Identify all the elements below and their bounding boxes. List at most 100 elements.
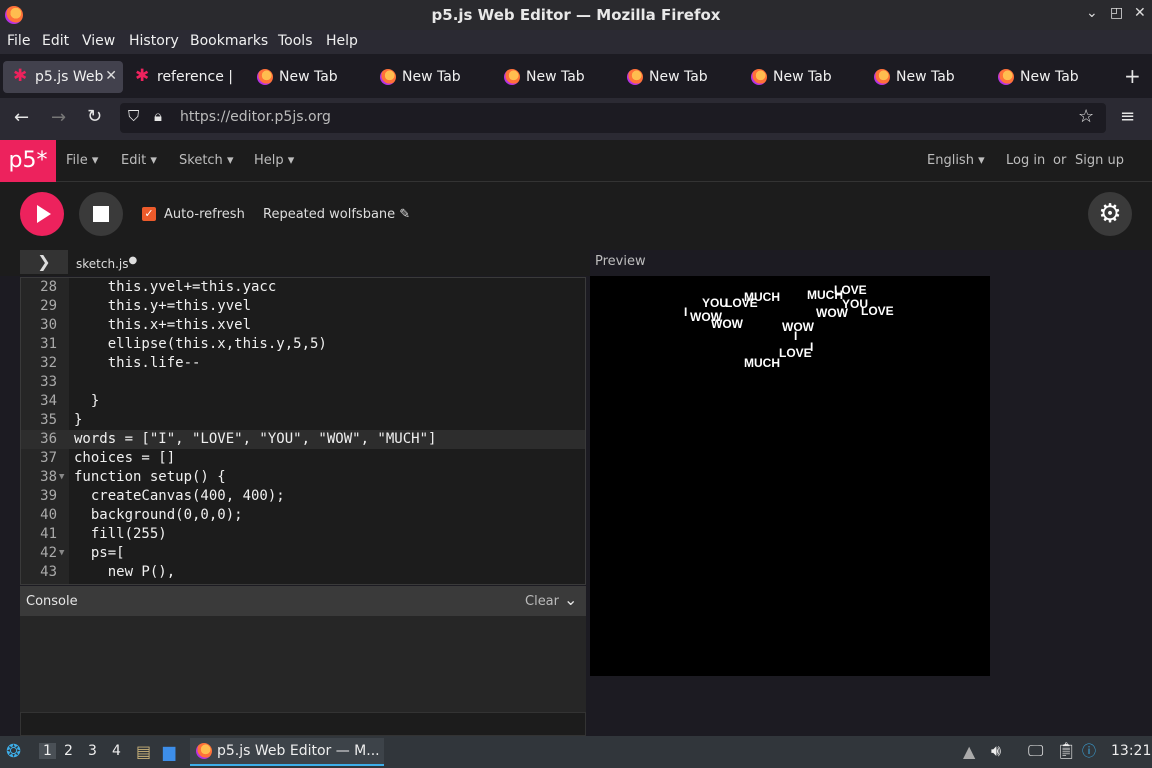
code-line[interactable]: 28 this.yvel+=this.yacc [21, 278, 585, 297]
firefox-icon [380, 69, 396, 85]
fold-arrow-icon[interactable]: ▼ [59, 468, 64, 487]
shield-icon[interactable]: ⛉ [128, 107, 139, 125]
settings-gear-icon[interactable]: ⚙ [1088, 192, 1132, 236]
tab-new[interactable]: New Tab [494, 61, 614, 93]
p5-logo[interactable]: p5* [0, 140, 56, 182]
code-line[interactable]: 38 ▼ function setup() { [21, 468, 585, 487]
tab-label: New Tab [279, 69, 338, 85]
line-number: 30 [40, 317, 57, 333]
code-line[interactable]: 31 ellipse(this.x,this.y,5,5) [21, 335, 585, 354]
line-number: 36 [40, 431, 57, 447]
sketch-name[interactable]: Repeated wolfsbane ✎ [263, 207, 410, 222]
bookmark-star-icon[interactable]: ☆ [1078, 106, 1094, 127]
tab-label: New Tab [649, 69, 708, 85]
firefox-icon [751, 69, 767, 85]
p5-menu-edit[interactable]: Edit ▾ [121, 153, 157, 168]
taskbar-app-firefox[interactable]: p5.js Web Editor — M... [190, 738, 384, 766]
code-line[interactable]: 37 choices = [] [21, 449, 585, 468]
maximize-icon[interactable]: ◰ [1110, 5, 1123, 21]
tab-p5-editor[interactable]: ✱ p5.js Web ✕ [3, 61, 123, 93]
back-icon[interactable]: ← [14, 107, 29, 128]
menu-tools[interactable]: Tools [278, 33, 313, 49]
menu-view[interactable]: View [82, 33, 115, 49]
close-tab-icon[interactable]: ✕ [105, 68, 117, 84]
file-manager-icon[interactable]: ▤ [136, 742, 151, 761]
tab-new[interactable]: New Tab [617, 61, 737, 93]
tab-new[interactable]: New Tab [370, 61, 490, 93]
lock-icon[interactable]: 🔒︎ [154, 107, 162, 125]
expand-sidebar-chevron-icon[interactable]: ❯ [20, 250, 68, 274]
workspace-4[interactable]: 4 [112, 743, 121, 759]
volume-icon[interactable]: 🔊︎ [991, 741, 1001, 761]
url-text[interactable]: https://editor.p5js.org [180, 109, 331, 125]
code-text: this.life-- [74, 355, 201, 371]
code-editor[interactable]: 28 this.yvel+=this.yacc 29 this.y+=this.… [20, 277, 586, 585]
url-bar[interactable]: ⛉ 🔒︎ https://editor.p5js.org ☆ [120, 103, 1106, 133]
canvas-word: MUCH [744, 290, 780, 304]
minimize-icon[interactable]: ⌄ [1086, 5, 1098, 21]
p5-menu-file[interactable]: File ▾ [66, 153, 98, 168]
language-label: English [927, 153, 974, 168]
forward-icon[interactable]: → [51, 107, 66, 128]
menu-help[interactable]: Help [326, 33, 358, 49]
tab-new[interactable]: New Tab [247, 61, 367, 93]
desktop-icon[interactable]: ▆ [163, 742, 175, 761]
notification-icon[interactable]: ⓘ [1082, 741, 1096, 761]
clipboard-icon[interactable]: 📋︎ [1056, 741, 1076, 760]
menu-history[interactable]: History [129, 33, 179, 49]
p5-menu-sketch[interactable]: Sketch ▾ [179, 153, 233, 168]
workspace-2[interactable]: 2 [64, 743, 73, 759]
new-tab-icon[interactable]: + [1124, 64, 1141, 88]
code-line[interactable]: 35} [21, 411, 585, 430]
tab-new[interactable]: New Tab [864, 61, 984, 93]
line-number: 35 [40, 412, 57, 428]
pencil-icon[interactable]: ✎ [399, 207, 410, 222]
p5-menu-help[interactable]: Help ▾ [254, 153, 294, 168]
code-line[interactable]: 39 createCanvas(400, 400); [21, 487, 585, 506]
autorefresh-label: Auto-refresh [164, 207, 245, 222]
hamburger-menu-icon[interactable]: ≡ [1120, 106, 1135, 127]
code-line[interactable]: 40 background(0,0,0); [21, 506, 585, 525]
fold-arrow-icon[interactable]: ▼ [59, 544, 64, 563]
code-line[interactable]: 43 new P(), [21, 563, 585, 582]
menu-edit[interactable]: Edit [42, 33, 69, 49]
console-input[interactable] [20, 712, 586, 736]
menu-bookmarks[interactable]: Bookmarks [190, 33, 268, 49]
code-line[interactable]: 42 ▼ ps=[ [21, 544, 585, 563]
code-line[interactable]: 29 this.y+=this.yvel [21, 297, 585, 316]
stop-button[interactable] [79, 192, 123, 236]
preview-canvas[interactable]: I YOU WOW LOVE WOW MUCH MUCH LOVE YOU WO… [590, 276, 990, 676]
code-text: function setup() { [74, 469, 226, 485]
code-line-current[interactable]: 36 words = ["I", "LOVE", "YOU", "WOW", "M… [21, 430, 585, 449]
language-dropdown[interactable]: English ▾ [927, 153, 985, 168]
tab-new[interactable]: New Tab [741, 61, 861, 93]
clock: 13:21 [1111, 743, 1152, 759]
system-taskbar: ❂ 1 2 3 4 ▤ ▆ p5.js Web Editor — M... ▲ … [0, 736, 1152, 768]
workspace-3[interactable]: 3 [88, 743, 97, 759]
workspace-1[interactable]: 1 [39, 743, 56, 759]
code-line[interactable]: 33 [21, 373, 585, 392]
code-text: choices = [] [74, 450, 176, 466]
play-button[interactable] [20, 192, 64, 236]
menu-file[interactable]: File [7, 33, 30, 49]
code-line[interactable]: 34 } [21, 392, 585, 411]
console-clear-button[interactable]: Clear [525, 594, 559, 609]
login-link[interactable]: Log in [1006, 153, 1045, 168]
autorefresh-checkbox[interactable]: ✓ [142, 207, 156, 221]
file-tab-sketch[interactable]: sketch.js● [76, 255, 137, 271]
display-icon[interactable]: 🖵 [1028, 741, 1043, 761]
tab-new[interactable]: New Tab [988, 61, 1108, 93]
code-line[interactable]: 32 this.life-- [21, 354, 585, 373]
tray-expand-icon[interactable]: ▲ [963, 742, 975, 761]
reload-icon[interactable]: ↻ [87, 106, 102, 127]
firefox-icon [504, 69, 520, 85]
tab-reference[interactable]: ✱ reference | [125, 61, 245, 93]
collapse-chevron-icon[interactable]: ⌄ [564, 590, 577, 609]
close-icon[interactable]: ✕ [1134, 5, 1146, 21]
canvas-word: LOVE [834, 283, 867, 297]
app-launcher-icon[interactable]: ❂ [6, 741, 21, 762]
code-line[interactable]: 41 fill(255) [21, 525, 585, 544]
code-line[interactable]: 30 this.x+=this.xvel [21, 316, 585, 335]
filename-label: sketch.js [76, 257, 129, 271]
signup-link[interactable]: Sign up [1075, 153, 1124, 168]
